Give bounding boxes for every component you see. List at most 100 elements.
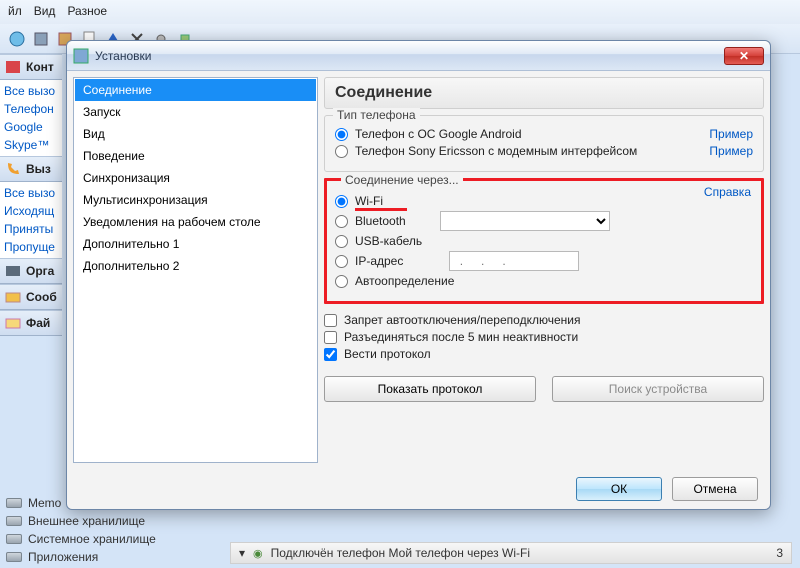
- help-link[interactable]: Справка: [704, 185, 751, 199]
- check-log[interactable]: [324, 348, 337, 361]
- show-log-button[interactable]: Показать протокол: [324, 376, 536, 402]
- side-link-all-calls[interactable]: Все вызо: [4, 84, 58, 98]
- radio-usb[interactable]: [335, 235, 348, 248]
- chevron-down-icon[interactable]: ▾: [239, 546, 245, 560]
- menu-view[interactable]: Вид: [34, 4, 56, 20]
- side-panel: Конт Все вызо Телефон Google Skype™ Выз …: [0, 54, 62, 496]
- radio-auto[interactable]: [335, 275, 348, 288]
- menu-misc[interactable]: Разное: [67, 4, 107, 20]
- check-disconnect-5min[interactable]: [324, 331, 337, 344]
- settings-icon: [73, 48, 89, 64]
- radio-ip[interactable]: [335, 255, 348, 268]
- radio-ip-label: IP-адрес: [355, 254, 403, 268]
- nav-connection[interactable]: Соединение: [75, 79, 316, 101]
- mail-icon: [4, 288, 22, 306]
- side-files-label: Фай: [26, 316, 50, 330]
- check-label: Вести протокол: [344, 347, 431, 361]
- group-connection-via: Соединение через... Справка Wi-Fi Blueto…: [333, 187, 755, 295]
- nav-notifications[interactable]: Уведомления на рабочем столе: [75, 211, 316, 233]
- nav-view[interactable]: Вид: [75, 123, 316, 145]
- page-title: Соединение: [324, 77, 764, 109]
- side-messages-header[interactable]: Сооб: [0, 284, 62, 310]
- side-link-missed[interactable]: Пропуще: [4, 240, 58, 254]
- storage-system[interactable]: Системное хранилище: [6, 532, 214, 546]
- side-files-header[interactable]: Фай: [0, 310, 62, 336]
- close-button[interactable]: ✕: [724, 47, 764, 65]
- group-phone-type: Тип телефона Телефон с ОС Google Android…: [324, 115, 764, 172]
- button-row: Показать протокол Поиск устройства: [324, 376, 764, 402]
- dialog-content: Соединение Запуск Вид Поведение Синхрони…: [67, 71, 770, 469]
- find-device-button[interactable]: Поиск устройства: [552, 376, 764, 402]
- wifi-icon: ◉: [253, 547, 263, 560]
- checkbox-group: Запрет автоотключения/переподключения Ра…: [324, 310, 764, 364]
- group-label: Тип телефона: [333, 108, 420, 122]
- bluetooth-combo[interactable]: [440, 211, 610, 231]
- menubar: йл Вид Разное: [0, 0, 800, 24]
- nav-extra1[interactable]: Дополнительно 1: [75, 233, 316, 255]
- side-calls-header[interactable]: Выз: [0, 156, 62, 182]
- example-link[interactable]: Пример: [709, 144, 753, 158]
- status-bar: ▾ ◉ Подключён телефон Мой телефон через …: [230, 542, 792, 564]
- check-label: Запрет автоотключения/переподключения: [344, 313, 580, 327]
- titlebar[interactable]: Установки ✕: [67, 41, 770, 71]
- side-calls-links: Все вызо Исходящ Приняты Пропуще: [0, 182, 62, 258]
- side-contacts-header[interactable]: Конт: [0, 54, 62, 80]
- settings-nav: Соединение Запуск Вид Поведение Синхрони…: [73, 77, 318, 463]
- nav-extra2[interactable]: Дополнительно 2: [75, 255, 316, 277]
- storage-apps[interactable]: Приложения: [6, 550, 214, 564]
- side-link-google[interactable]: Google: [4, 120, 58, 134]
- side-organizer-header[interactable]: Орга: [0, 258, 62, 284]
- drive-icon: [6, 516, 22, 526]
- side-link-out[interactable]: Исходящ: [4, 204, 58, 218]
- check-no-auto-disconnect[interactable]: [324, 314, 337, 327]
- storage-external[interactable]: Внешнее хранилище: [6, 514, 214, 528]
- radio-wifi-label: Wi-Fi: [355, 194, 383, 208]
- radio-bluetooth-label: Bluetooth: [355, 214, 406, 228]
- drive-icon: [6, 498, 22, 508]
- drive-icon: [6, 534, 22, 544]
- radio-wifi[interactable]: [335, 195, 348, 208]
- side-contact-links: Все вызо Телефон Google Skype™: [0, 80, 62, 156]
- radio-android[interactable]: [335, 128, 348, 141]
- drive-icon: [6, 552, 22, 562]
- folder-icon: [4, 314, 22, 332]
- side-link-phone[interactable]: Телефон: [4, 102, 58, 116]
- side-link-in[interactable]: Приняты: [4, 222, 58, 236]
- radio-android-label: Телефон с ОС Google Android: [355, 127, 522, 141]
- ok-button[interactable]: ОК: [576, 477, 662, 501]
- settings-main: Соединение Тип телефона Телефон с ОС Goo…: [324, 77, 764, 463]
- settings-dialog: Установки ✕ Соединение Запуск Вид Поведе…: [66, 40, 771, 510]
- side-organizer-label: Орга: [26, 264, 54, 278]
- group-label: Соединение через...: [341, 173, 463, 187]
- radio-sony-label: Телефон Sony Ericsson с модемным интерфе…: [355, 144, 637, 158]
- dialog-footer: ОК Отмена: [67, 469, 770, 509]
- nav-behavior[interactable]: Поведение: [75, 145, 316, 167]
- radio-bluetooth[interactable]: [335, 215, 348, 228]
- close-icon: ✕: [739, 49, 749, 63]
- example-link[interactable]: Пример: [709, 127, 753, 141]
- dialog-title: Установки: [95, 49, 724, 63]
- globe-icon[interactable]: [8, 30, 26, 48]
- side-link-all[interactable]: Все вызо: [4, 186, 58, 200]
- storage-label: Системное хранилище: [28, 532, 156, 546]
- nav-multisync[interactable]: Мультисинхронизация: [75, 189, 316, 211]
- contacts-icon: [4, 58, 22, 76]
- radio-sony[interactable]: [335, 145, 348, 158]
- cancel-button[interactable]: Отмена: [672, 477, 758, 501]
- check-label: Разъединяться после 5 мин неактивности: [344, 330, 578, 344]
- ip-input[interactable]: [449, 251, 579, 271]
- storage-label: Приложения: [28, 550, 98, 564]
- side-messages-label: Сооб: [26, 290, 57, 304]
- status-text: Подключён телефон Мой телефон через Wi-F…: [271, 546, 530, 560]
- menu-file[interactable]: йл: [8, 4, 22, 20]
- nav-startup[interactable]: Запуск: [75, 101, 316, 123]
- storage-label: Внешнее хранилище: [28, 514, 145, 528]
- nav-sync[interactable]: Синхронизация: [75, 167, 316, 189]
- side-calls-label: Выз: [26, 162, 51, 176]
- radio-auto-label: Автоопределение: [355, 274, 454, 288]
- storage-label: Memo: [28, 496, 61, 510]
- grid-icon[interactable]: [32, 30, 50, 48]
- side-link-skype[interactable]: Skype™: [4, 138, 58, 152]
- side-contacts-label: Конт: [26, 60, 54, 74]
- highlight-box: Соединение через... Справка Wi-Fi Blueto…: [324, 178, 764, 304]
